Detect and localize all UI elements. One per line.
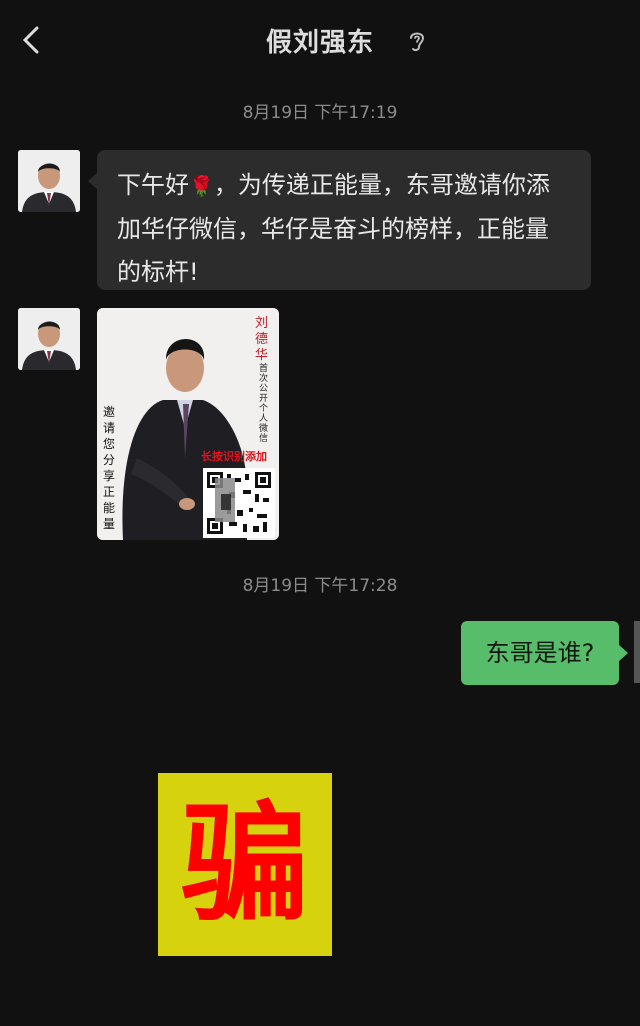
image-message[interactable]: 刘德华 首次公开个人微信 长按识别添加 邀请您分享正能量 xyxy=(97,308,279,540)
avatar[interactable] xyxy=(18,308,80,370)
poster-subtitle: 首次公开个人微信 xyxy=(259,364,269,444)
rose-emoji: 🌹 xyxy=(189,174,214,198)
scam-label: 骗 xyxy=(158,773,332,956)
chat-header: 假刘强东 xyxy=(0,0,640,84)
self-avatar[interactable] xyxy=(634,621,640,683)
poster-illustration xyxy=(97,308,279,540)
scam-text: 骗 xyxy=(180,790,309,939)
reply-bubble[interactable]: 东哥是谁? xyxy=(461,621,628,685)
reply-text: 东哥是谁? xyxy=(485,639,595,667)
avatar[interactable] xyxy=(18,150,80,212)
timestamp: 8月19日 下午17:28 xyxy=(242,576,398,596)
poster-name: 刘德华 xyxy=(255,316,269,363)
bubble-tail xyxy=(618,644,628,662)
bubble-tail xyxy=(88,172,98,190)
timestamp: 8月19日 下午17:19 xyxy=(242,103,398,123)
chat-title: 假刘强东 xyxy=(265,28,374,58)
ear-icon xyxy=(410,32,425,52)
poster-badge: 长按识别添加 xyxy=(201,450,267,463)
message-bubble[interactable]: 下午好🌹，为传递正能量，东哥邀请你添加华仔微信，华仔是奋斗的榜样，正能量的标杆! xyxy=(88,150,591,290)
poster-invite: 邀请您分享正能量 xyxy=(103,405,116,531)
message-text: 下午好 xyxy=(117,171,189,199)
